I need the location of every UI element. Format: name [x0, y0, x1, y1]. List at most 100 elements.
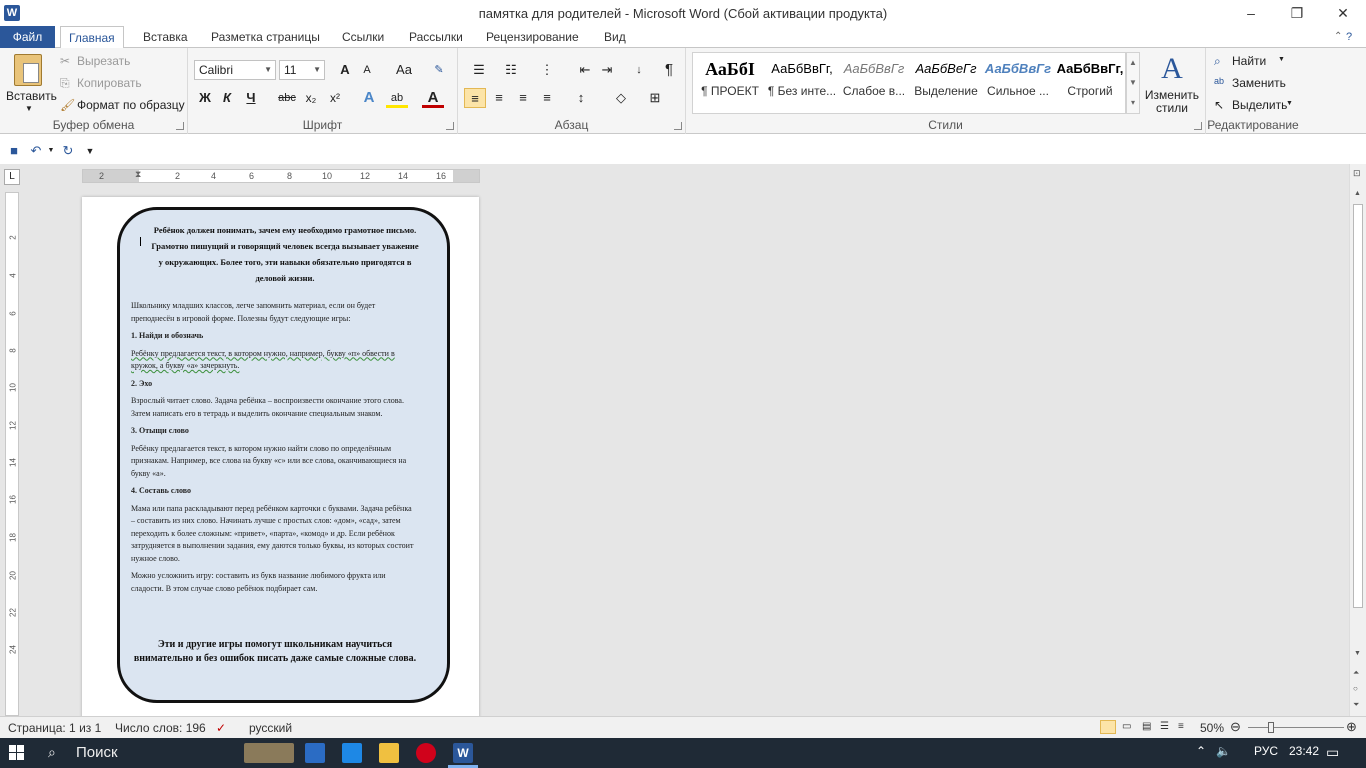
- cut-button[interactable]: Вырезать: [77, 54, 130, 68]
- task-view-icon[interactable]: [305, 743, 325, 763]
- superscript-button[interactable]: x²: [324, 88, 346, 108]
- decrease-indent-icon[interactable]: ⇤: [574, 60, 596, 80]
- tab-insert[interactable]: Вставка: [135, 26, 196, 48]
- scroll-up-icon[interactable]: ▲: [1354, 190, 1361, 197]
- style-intense-emphasis[interactable]: АаБбВвГг Сильное ...: [982, 54, 1054, 110]
- opera-browser-icon[interactable]: [416, 743, 436, 763]
- tab-page-layout[interactable]: Разметка страницы: [203, 26, 328, 48]
- tray-chevron-icon[interactable]: ⌃: [1196, 744, 1206, 758]
- borders-icon[interactable]: ⊞: [644, 88, 666, 108]
- rounded-text-frame[interactable]: Ребёнок должен понимать, зачем ему необх…: [117, 207, 450, 703]
- styles-scroll-icon[interactable]: ▲ ▼ ▾: [1126, 52, 1140, 114]
- clipboard-launcher-icon[interactable]: [176, 122, 184, 130]
- change-styles-icon[interactable]: A: [1154, 52, 1190, 86]
- find-dropdown-icon[interactable]: ▼: [1278, 56, 1285, 63]
- increase-indent-icon[interactable]: ⇥: [596, 60, 618, 80]
- font-launcher-icon[interactable]: [446, 122, 454, 130]
- paste-icon[interactable]: [14, 54, 42, 86]
- subscript-button[interactable]: x₂: [300, 88, 322, 108]
- close-button[interactable]: ✕: [1320, 0, 1366, 26]
- scroll-thumb[interactable]: [1353, 204, 1363, 608]
- clock[interactable]: 23:42: [1289, 744, 1319, 758]
- undo-icon[interactable]: ↶: [28, 143, 44, 159]
- zoom-in-icon[interactable]: ⊕: [1346, 719, 1357, 735]
- search-highlight-image[interactable]: [244, 743, 294, 763]
- select-button[interactable]: Выделить: [1232, 98, 1287, 112]
- browse-object-icon[interactable]: ○: [1353, 684, 1358, 693]
- print-layout-icon[interactable]: [1100, 720, 1116, 734]
- text-effects-button[interactable]: A: [358, 88, 380, 108]
- paste-button[interactable]: Вставить: [6, 89, 57, 103]
- bold-button[interactable]: Ж: [194, 88, 216, 108]
- align-center-icon[interactable]: ≡: [488, 88, 510, 108]
- proofing-icon[interactable]: ✓: [216, 721, 226, 735]
- numbering-icon[interactable]: ☷: [500, 60, 522, 80]
- full-screen-reading-icon[interactable]: ▭: [1122, 721, 1131, 732]
- font-size-combo[interactable]: 11 ▼: [279, 60, 325, 80]
- redo-icon[interactable]: ↻: [60, 143, 76, 159]
- word-taskbar-icon[interactable]: W: [453, 743, 473, 763]
- styles-launcher-icon[interactable]: [1194, 122, 1202, 130]
- mail-icon[interactable]: [342, 743, 362, 763]
- language-indicator[interactable]: русский: [249, 721, 292, 735]
- line-spacing-icon[interactable]: ↕: [570, 88, 592, 108]
- vertical-ruler[interactable]: 2 4 6 8 10 12 14 16 18 20 22 24: [0, 192, 22, 716]
- zoom-level[interactable]: 50%: [1200, 721, 1224, 735]
- tab-view[interactable]: Вид: [596, 26, 634, 48]
- volume-icon[interactable]: 🔈: [1216, 744, 1231, 758]
- underline-button[interactable]: Ч: [240, 88, 262, 108]
- document-page[interactable]: Ребёнок должен понимать, зачем ему необх…: [82, 197, 479, 716]
- help-icon[interactable]: ?: [1346, 26, 1352, 48]
- tab-home[interactable]: Главная: [60, 26, 124, 49]
- format-painter-button[interactable]: Формат по образцу: [77, 98, 185, 112]
- vertical-scrollbar[interactable]: ⊡ ▲ ▼ ⏶ ○ ⏷: [1349, 164, 1366, 716]
- windows-start-icon[interactable]: [9, 745, 25, 761]
- undo-dropdown-icon[interactable]: ▼: [43, 143, 59, 159]
- align-left-icon[interactable]: ≡: [464, 88, 486, 108]
- indent-marker-icon[interactable]: ⧗: [135, 169, 141, 180]
- taskbar-search[interactable]: ⌕ Поиск: [40, 738, 240, 768]
- style-strong[interactable]: АаБбВвГг, Строгий: [1054, 54, 1126, 110]
- horizontal-ruler[interactable]: 2 2 4 6 8 10 12 14 16 ⧗: [82, 169, 480, 183]
- restore-button[interactable]: ❐: [1274, 0, 1320, 26]
- web-layout-icon[interactable]: ▤: [1142, 721, 1151, 732]
- style-subtle-emphasis[interactable]: АаБбВвГг Слабое в...: [838, 54, 910, 110]
- select-dropdown-icon[interactable]: ▼: [1286, 100, 1293, 107]
- input-language[interactable]: РУС: [1254, 744, 1278, 758]
- draft-icon[interactable]: ≡: [1178, 721, 1184, 732]
- zoom-out-icon[interactable]: ⊖: [1230, 719, 1241, 735]
- style-emphasis[interactable]: АаБбВеГг Выделение: [910, 54, 982, 110]
- ruler-toggle-icon[interactable]: ⊡: [1353, 168, 1361, 179]
- grow-font-button[interactable]: A: [334, 60, 356, 80]
- page-count[interactable]: Страница: 1 из 1: [8, 721, 101, 735]
- zoom-slider[interactable]: [1248, 722, 1344, 733]
- find-button[interactable]: Найти: [1232, 54, 1266, 68]
- replace-button[interactable]: Заменить: [1232, 76, 1286, 90]
- shrink-font-button[interactable]: A: [356, 60, 378, 80]
- show-marks-button[interactable]: ¶: [658, 60, 680, 80]
- style-project[interactable]: АаБбІ ¶ ПРОЕКТ: [694, 54, 766, 110]
- tab-mailings[interactable]: Рассылки: [401, 26, 471, 48]
- word-count[interactable]: Число слов: 196: [115, 721, 206, 735]
- previous-page-icon[interactable]: ⏶: [1353, 668, 1359, 678]
- customize-qat-icon[interactable]: ▼: [82, 143, 98, 159]
- italic-button[interactable]: К: [216, 88, 238, 108]
- align-right-icon[interactable]: ≡: [512, 88, 534, 108]
- minimize-button[interactable]: –: [1228, 0, 1274, 26]
- font-name-combo[interactable]: Calibri ▼: [194, 60, 276, 80]
- paragraph-launcher-icon[interactable]: [674, 122, 682, 130]
- next-page-icon[interactable]: ⏷: [1353, 700, 1359, 710]
- copy-button[interactable]: Копировать: [77, 76, 142, 90]
- strikethrough-button[interactable]: abc: [276, 88, 298, 108]
- notifications-icon[interactable]: ▭: [1326, 744, 1339, 761]
- justify-icon[interactable]: ≡: [536, 88, 558, 108]
- save-icon[interactable]: ■: [6, 143, 22, 159]
- shading-icon[interactable]: ◇: [610, 88, 632, 108]
- tab-stop-selector-icon[interactable]: L: [4, 169, 20, 185]
- bullets-icon[interactable]: ☰: [468, 60, 490, 80]
- paste-dropdown-icon[interactable]: ▼: [25, 104, 33, 113]
- tab-references[interactable]: Ссылки: [334, 26, 392, 48]
- highlight-button[interactable]: ab: [386, 88, 408, 108]
- tab-file[interactable]: Файл: [0, 26, 55, 48]
- sort-icon[interactable]: ↓: [628, 60, 650, 80]
